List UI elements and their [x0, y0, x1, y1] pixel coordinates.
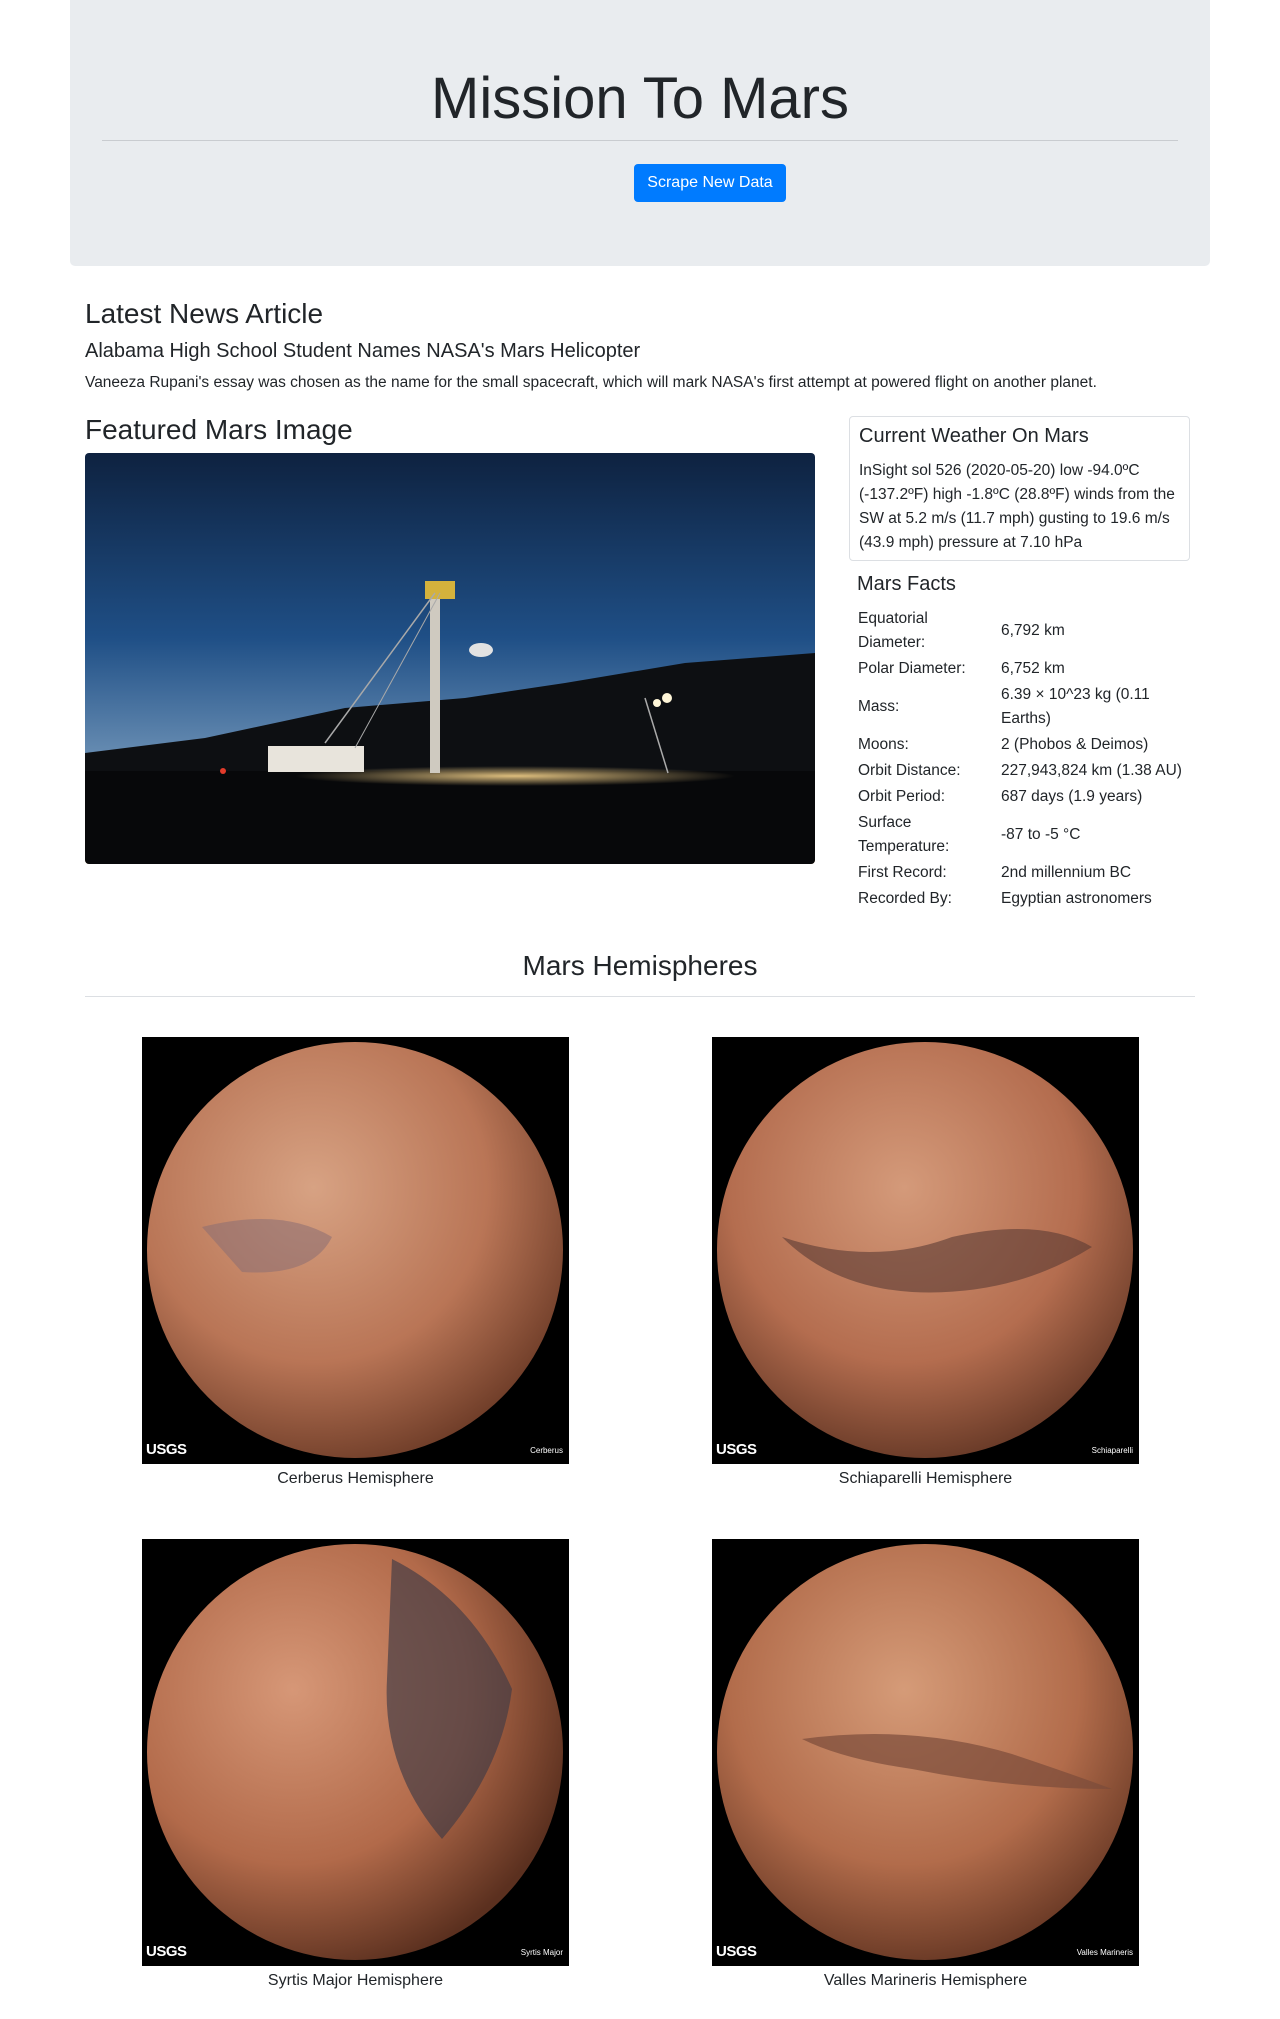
page-title: Mission To Mars	[431, 66, 849, 131]
fact-label: Recorded By:	[858, 890, 952, 907]
weather-title: Current Weather On Mars	[859, 425, 1089, 447]
fact-value: 6,792 km	[1001, 622, 1065, 639]
hemisphere-caption: Syrtis Major Hemisphere	[267, 1972, 444, 1989]
fact-value: 2 (Phobos & Deimos)	[1001, 736, 1149, 753]
hemispheres-divider	[85, 996, 1195, 997]
mars-facts-heading: Mars Facts	[857, 573, 956, 595]
hemisphere-overlay-name: Schiaparelli	[1091, 1446, 1133, 1455]
weather-card: Current Weather On Mars InSight sol 526 …	[849, 416, 1190, 561]
hemisphere-image: USGS Syrtis Major	[142, 1539, 569, 1966]
hemispheres-heading: Mars Hemispheres	[522, 950, 758, 981]
news-teaser: Vaneeza Rupani's essay was chosen as the…	[85, 374, 1097, 391]
featured-mars-image	[85, 453, 815, 864]
fact-label: Polar Diameter:	[858, 660, 966, 677]
fact-label: Moons:	[858, 736, 909, 753]
fact-label: Orbit Distance:	[858, 762, 961, 779]
fact-row: Orbit Period: 687 days (1.9 years)	[851, 784, 1190, 810]
hemisphere-image: USGS Cerberus	[142, 1037, 569, 1464]
hemisphere-overlay-name: Syrtis Major	[520, 1948, 563, 1957]
hemisphere-card: USGS Cerberus Cerberus Hemisphere	[142, 1037, 569, 1490]
fact-label: Mass:	[858, 698, 900, 715]
fact-value: 227,943,824 km (1.38 AU)	[1001, 762, 1182, 779]
news-section-heading: Latest News Article	[85, 298, 324, 329]
fact-label: First Record:	[858, 864, 947, 881]
fact-row: Orbit Distance: 227,943,824 km (1.38 AU)	[851, 758, 1190, 784]
usgs-logo: USGS	[146, 1441, 187, 1458]
mars-facts-table: Equatorial Diameter: 6,792 km Polar Diamet…	[851, 606, 1190, 912]
fact-value: Egyptian astronomers	[1001, 890, 1152, 907]
fact-label: Surface Temperature:	[858, 814, 950, 855]
hemisphere-caption: Cerberus Hemisphere	[277, 1470, 434, 1487]
fact-row: First Record: 2nd millennium BC	[851, 860, 1190, 886]
fact-value: 2nd millennium BC	[1001, 864, 1132, 881]
fact-value: 6,752 km	[1001, 660, 1065, 677]
news-title: Alabama High School Student Names NASA's…	[85, 340, 641, 362]
hemisphere-card: USGS Valles Marineris Valles Marineris H…	[712, 1539, 1139, 1992]
hemisphere-card: USGS Schiaparelli Schiaparelli Hemispher…	[712, 1037, 1139, 1490]
usgs-logo: USGS	[716, 1441, 757, 1458]
featured-image-heading: Featured Mars Image	[85, 414, 353, 445]
fact-value: 687 days (1.9 years)	[1001, 788, 1143, 805]
fact-row: Surface Temperature: -87 to -5 °C	[851, 810, 1190, 860]
hemisphere-overlay-name: Valles Marineris	[1076, 1948, 1133, 1957]
fact-label: Equatorial Diameter:	[858, 610, 928, 651]
fact-row: Moons: 2 (Phobos & Deimos)	[851, 732, 1190, 758]
fact-row: Polar Diameter: 6,752 km	[851, 656, 1190, 682]
hemisphere-card: USGS Syrtis Major Syrtis Major Hemispher…	[142, 1539, 569, 1992]
hemisphere-image: USGS Valles Marineris	[712, 1539, 1139, 1966]
fact-label: Orbit Period:	[858, 788, 946, 805]
fact-row: Recorded By: Egyptian astronomers	[851, 886, 1190, 912]
weather-report: InSight sol 526 (2020-05-20) low -94.0ºC…	[859, 462, 1175, 551]
usgs-logo: USGS	[146, 1943, 187, 1960]
usgs-logo: USGS	[716, 1943, 757, 1960]
fact-row: Mass: 6.39 × 10^23 kg (0.11 Earths)	[851, 682, 1190, 732]
fact-row: Equatorial Diameter: 6,792 km	[851, 606, 1190, 656]
fact-value: 6.39 × 10^23 kg (0.11 Earths)	[1001, 686, 1150, 727]
jumbotron-header: Mission To Mars Scrape New Data	[70, 0, 1210, 266]
hemisphere-caption: Valles Marineris Hemisphere	[823, 1972, 1028, 1989]
header-divider	[102, 140, 1178, 141]
hemisphere-image: USGS Schiaparelli	[712, 1037, 1139, 1464]
scrape-new-data-button[interactable]: Scrape New Data	[634, 164, 786, 202]
fact-value: -87 to -5 °C	[1001, 826, 1081, 843]
hemisphere-overlay-name: Cerberus	[530, 1446, 563, 1455]
hemisphere-caption: Schiaparelli Hemisphere	[838, 1470, 1013, 1487]
